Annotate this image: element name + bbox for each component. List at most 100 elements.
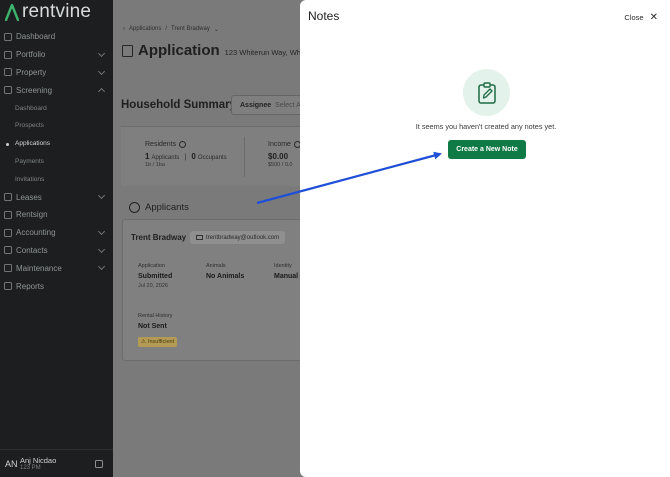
chevron-down-icon bbox=[97, 192, 106, 200]
residents-label: Residents bbox=[145, 141, 177, 148]
rentvine-logo[interactable]: rentvine bbox=[5, 1, 91, 22]
applicant-card[interactable]: Trent Bradway trentbradway@outlook.com A… bbox=[122, 219, 312, 361]
residents-sub: 1b / 1ba bbox=[145, 162, 165, 168]
household-summary-card: Residents 1 Applicants | 0 Occupants 1b … bbox=[121, 126, 311, 186]
identity-value: Manual bbox=[274, 273, 299, 280]
sidebar-item-property[interactable]: Property bbox=[0, 64, 113, 82]
close-button[interactable]: Close ✕ bbox=[624, 11, 658, 23]
warning-icon: ⚠ bbox=[141, 339, 146, 345]
sidebar-item-reports[interactable]: Reports bbox=[0, 277, 113, 295]
rental-history-status: Rental History Not Sent ⚠ Insufficient bbox=[138, 313, 178, 348]
sidebar-subitem-payments[interactable]: Payments bbox=[0, 153, 113, 171]
sidebar-item-label: Screening bbox=[16, 85, 53, 95]
sidebar-item-contacts[interactable]: Contacts bbox=[0, 242, 113, 260]
chevron-up-icon bbox=[97, 88, 106, 96]
user-info: Anj Nicdao 123 PM bbox=[20, 456, 56, 471]
assignee-select[interactable]: Assignee Select A bbox=[231, 95, 311, 115]
close-label: Close bbox=[624, 13, 644, 22]
accounting-icon bbox=[4, 228, 12, 237]
sidebar-item-label: Rentsign bbox=[16, 210, 48, 220]
chevron-down-icon bbox=[97, 227, 106, 235]
sidebar-item-screening[interactable]: Screening bbox=[0, 81, 113, 99]
animals-status: Animals No Animals bbox=[206, 263, 244, 280]
applicants-title: Applicants bbox=[145, 202, 189, 213]
sidebar-item-portfolio[interactable]: Portfolio bbox=[0, 46, 113, 64]
sidebar-item-accounting[interactable]: Accounting bbox=[0, 224, 113, 242]
document-icon bbox=[122, 44, 133, 57]
sidebar-item-label: Portfolio bbox=[16, 50, 46, 60]
sidebar-subitem-invitations[interactable]: Invitations bbox=[0, 170, 113, 188]
property-icon bbox=[4, 68, 12, 77]
applicant-email-chip[interactable]: trentbradway@outlook.com bbox=[190, 231, 286, 244]
application-status: Application Submitted Jul 20, 2026 bbox=[138, 263, 172, 289]
income-sub: $500 / 0.0 bbox=[268, 162, 293, 168]
sidebar-item-rentsign[interactable]: Rentsign bbox=[0, 206, 113, 224]
chevron-down-icon[interactable]: ⌄ bbox=[214, 26, 219, 33]
sidebar-item-label: Reports bbox=[16, 281, 45, 291]
identity-status: Identity Manual bbox=[274, 263, 298, 280]
chevron-down-icon bbox=[97, 245, 106, 253]
sidebar-nav: Dashboard Portfolio Property Screening D… bbox=[0, 28, 113, 295]
collapse-sidebar-icon[interactable] bbox=[95, 460, 103, 468]
create-new-note-button[interactable]: Create a New Note bbox=[448, 140, 526, 159]
insufficient-label: Insufficient bbox=[147, 339, 175, 345]
notes-title: Notes bbox=[308, 9, 340, 23]
sidebar-item-maintenance[interactable]: Maintenance bbox=[0, 259, 113, 277]
user-name: Anj Nicdao bbox=[20, 456, 57, 465]
applicants-count: 1 bbox=[145, 152, 150, 161]
applicant-email: trentbradway@outlook.com bbox=[206, 234, 280, 241]
sidebar-item-label: Leases bbox=[16, 192, 42, 202]
sidebar-item-dashboard[interactable]: Dashboard bbox=[0, 28, 113, 46]
breadcrumb-applications[interactable]: Applications bbox=[129, 26, 161, 33]
application-label: Application bbox=[138, 263, 165, 269]
application-value: Submitted bbox=[138, 273, 173, 280]
sidebar-subitem-prospects[interactable]: Prospects bbox=[0, 117, 113, 135]
application-date: Jul 20, 2026 bbox=[138, 283, 168, 289]
applicant-name[interactable]: Trent Bradway bbox=[131, 233, 186, 242]
rental-history-label: Rental History bbox=[138, 313, 173, 319]
household-summary-title: Household Summary bbox=[121, 99, 237, 111]
email-icon bbox=[196, 235, 203, 240]
sidebar-item-label: Accounting bbox=[16, 228, 56, 238]
applicants-header: Applicants bbox=[129, 202, 189, 213]
dashboard-icon bbox=[4, 32, 12, 41]
avatar: AN bbox=[5, 458, 18, 469]
assignee-placeholder: Select A bbox=[275, 101, 301, 109]
reports-icon bbox=[4, 282, 12, 291]
animals-label: Animals bbox=[206, 263, 226, 269]
sidebar-item-label: Contacts bbox=[16, 245, 48, 255]
person-icon bbox=[129, 202, 140, 213]
maintenance-icon bbox=[4, 264, 12, 273]
sidebar-subitem-applications[interactable]: Applications bbox=[0, 135, 113, 153]
sidebar-item-label: Property bbox=[16, 67, 47, 77]
screening-icon bbox=[4, 86, 12, 95]
sidebar-subitem-dashboard[interactable]: Dashboard bbox=[0, 99, 113, 117]
user-subtitle: 123 PM bbox=[20, 465, 41, 471]
portfolio-icon bbox=[4, 50, 12, 59]
user-profile[interactable]: AN Anj Nicdao 123 PM bbox=[0, 449, 113, 477]
page-title: Application bbox=[138, 42, 220, 59]
identity-label: Identity bbox=[274, 263, 292, 269]
sidebar-item-leases[interactable]: Leases bbox=[0, 188, 113, 206]
clipboard-edit-icon bbox=[463, 69, 510, 116]
clipboard-edit-glyph bbox=[477, 81, 496, 104]
summary-divider bbox=[244, 137, 245, 177]
chevron-down-icon bbox=[97, 49, 106, 57]
occupants-count: 0 bbox=[191, 152, 196, 161]
chevron-down-icon bbox=[97, 263, 106, 271]
notes-panel: Notes Close ✕ It seems you haven't creat… bbox=[300, 0, 670, 477]
breadcrumb-back-icon[interactable]: ‹ bbox=[123, 26, 125, 33]
sidebar-item-label: Maintenance bbox=[16, 263, 62, 273]
breadcrumb: ‹ Applications / Trent Bradway ⌄ bbox=[123, 26, 219, 33]
contacts-icon bbox=[4, 246, 12, 255]
close-icon: ✕ bbox=[649, 11, 658, 23]
info-icon[interactable] bbox=[179, 141, 187, 148]
income-value: $0.00 bbox=[268, 152, 289, 161]
insufficient-badge: ⚠ Insufficient bbox=[138, 337, 178, 347]
rental-history-value: Not Sent bbox=[138, 323, 167, 330]
rentvine-leaf-icon bbox=[5, 3, 19, 21]
occupants-label: Occupants bbox=[197, 155, 227, 161]
chevron-down-icon bbox=[97, 67, 106, 75]
empty-notes-message: It seems you haven't created any notes y… bbox=[415, 122, 557, 131]
breadcrumb-current[interactable]: Trent Bradway bbox=[171, 26, 210, 33]
